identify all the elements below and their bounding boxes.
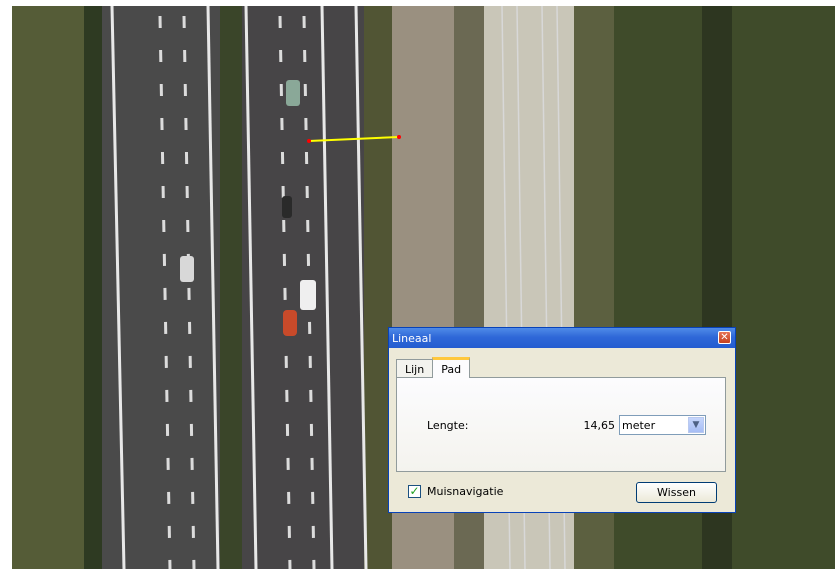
unit-select-value: meter bbox=[622, 418, 656, 432]
tab-lijn[interactable]: Lijn bbox=[396, 359, 434, 378]
length-value: 14,65 bbox=[583, 419, 616, 432]
mouse-navigation-checkbox[interactable]: ✓ bbox=[408, 485, 421, 498]
dialog-title: Lineaal bbox=[392, 331, 432, 345]
ruler-dialog: Lineaal ✕ Lijn Pad Lengte: 14,65 meter ▼… bbox=[388, 327, 736, 513]
clear-button[interactable]: Wissen bbox=[636, 482, 717, 503]
mouse-navigation-toggle[interactable]: ✓ Muisnavigatie bbox=[408, 485, 503, 498]
length-label: Lengte: bbox=[427, 419, 469, 432]
unit-select[interactable]: meter ▼ bbox=[619, 415, 706, 435]
mouse-navigation-label: Muisnavigatie bbox=[427, 485, 504, 498]
chevron-down-icon[interactable]: ▼ bbox=[688, 417, 704, 433]
close-icon[interactable]: ✕ bbox=[718, 331, 731, 344]
tab-pad[interactable]: Pad bbox=[432, 357, 471, 378]
dialog-titlebar[interactable]: Lineaal ✕ bbox=[389, 328, 735, 348]
tab-strip: Lijn Pad bbox=[396, 356, 471, 378]
tab-panel: Lengte: 14,65 meter ▼ bbox=[396, 377, 726, 472]
